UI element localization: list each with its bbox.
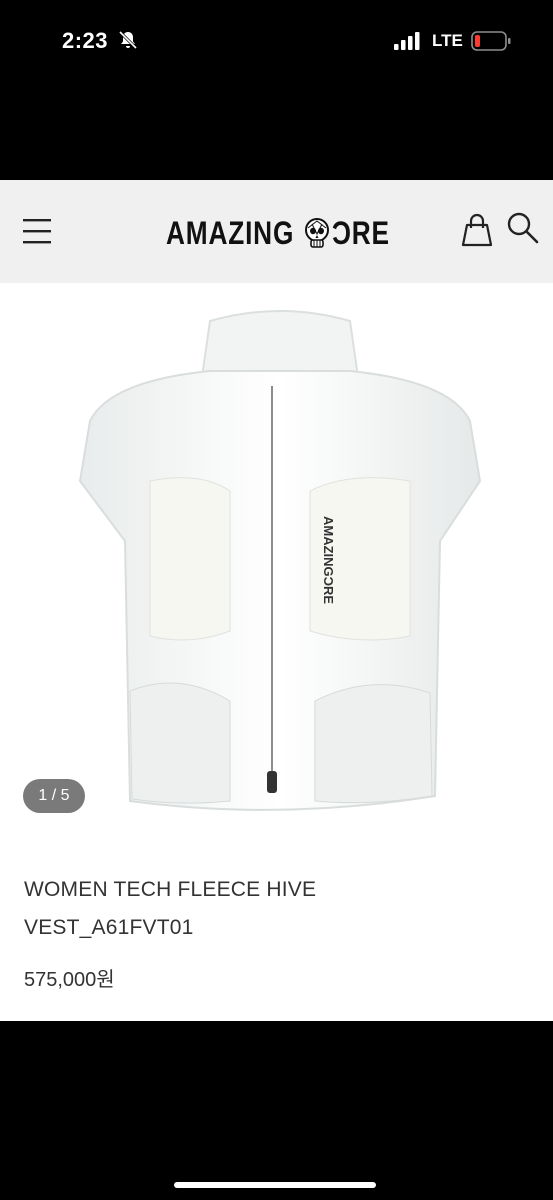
battery-low-icon — [471, 31, 511, 51]
menu-button[interactable] — [18, 213, 56, 249]
app-header: AMAZING ƆRE — [0, 180, 553, 283]
home-indicator — [174, 1182, 376, 1188]
product-name: WOMEN TECH FLEECE HIVE VEST_A61FVT01 — [24, 878, 317, 939]
cellular-signal-icon — [394, 32, 420, 50]
product-price: 575,000원 — [24, 969, 115, 991]
product-image-gallery[interactable]: AMAZINGƆRE 1 / 5 — [0, 283, 553, 838]
skull-icon — [305, 218, 330, 248]
search-icon — [507, 212, 539, 244]
product-image-vest: AMAZINGƆRE — [78, 310, 482, 811]
bell-slash-icon — [118, 30, 138, 50]
status-time: 2:23 — [62, 28, 109, 53]
status-bar: 2:23 LTE — [0, 0, 553, 80]
search-button[interactable] — [504, 210, 540, 246]
network-type: LTE — [432, 31, 463, 50]
cart-button[interactable] — [459, 210, 495, 250]
logo-text-left: AMAZING — [166, 214, 295, 251]
image-counter: 1 / 5 — [23, 779, 85, 813]
logo-text-right: ƆRE — [332, 214, 391, 251]
shopping-bag-icon — [461, 213, 493, 247]
vest-brand-print: AMAZINGƆRE — [321, 516, 336, 604]
product-detail: AMAZINGƆRE 1 / 5 WOMEN TECH FLEECE HIVE … — [0, 283, 553, 1021]
brand-logo[interactable]: AMAZING ƆRE — [166, 213, 403, 253]
hamburger-menu-icon — [23, 219, 51, 244]
